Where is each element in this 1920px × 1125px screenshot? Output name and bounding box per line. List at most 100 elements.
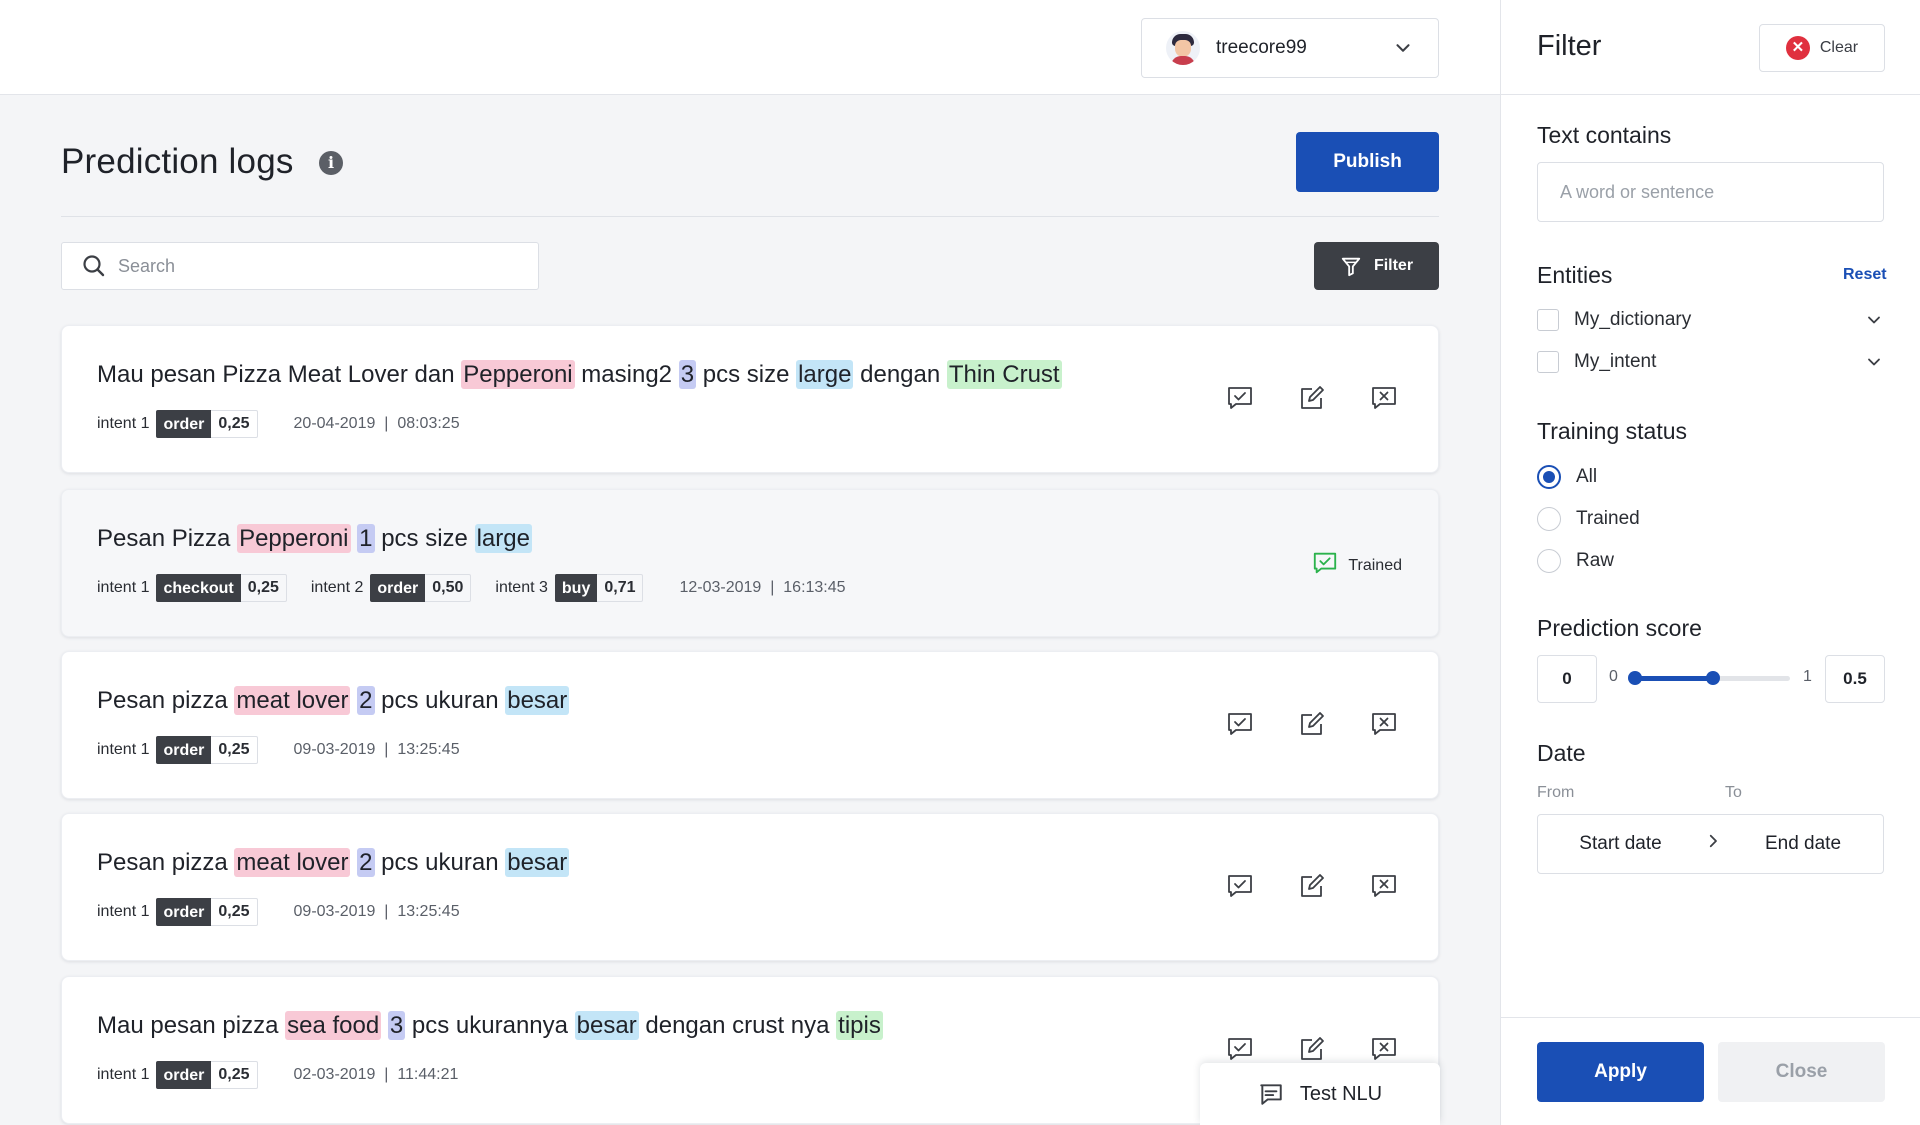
chevron-down-icon	[1396, 44, 1410, 52]
close-button[interactable]: Close	[1718, 1042, 1885, 1102]
entity-highlight[interactable]: besar	[574, 1011, 639, 1040]
entity-highlight[interactable]: Pepperoni	[461, 360, 575, 389]
entity-highlight[interactable]: large	[796, 360, 854, 389]
clear-button[interactable]: ✕ Clear	[1759, 24, 1885, 72]
date-title: Date	[1537, 740, 1586, 766]
intent-label: intent 2	[310, 579, 364, 596]
approve-icon[interactable]	[1226, 872, 1254, 900]
chevron-down-icon[interactable]	[1864, 310, 1884, 330]
text-segment: pcs ukurannya	[405, 1012, 575, 1039]
entity-label: My_intent	[1574, 351, 1657, 372]
edit-icon[interactable]	[1298, 384, 1326, 412]
log-actions	[1226, 1035, 1398, 1063]
reject-icon[interactable]	[1370, 872, 1398, 900]
text-segment: dengan	[853, 361, 947, 388]
entity-highlight[interactable]: large	[474, 524, 532, 553]
checkbox[interactable]	[1537, 309, 1559, 331]
entity-highlight[interactable]: tipis	[836, 1011, 883, 1040]
end-date-field[interactable]: End date	[1723, 833, 1883, 855]
intent-score: 0,71	[597, 574, 644, 602]
log-card[interactable]: Pesan Pizza Pepperoni 1 pcs size large in…	[61, 489, 1439, 637]
intent-score: 0,25	[211, 736, 258, 764]
intent-group: intent 1 order 0,25	[97, 736, 258, 764]
radio-button[interactable]	[1537, 507, 1561, 531]
log-timestamp: 02-03-2019 | 11:44:21	[293, 1066, 459, 1083]
radio-label: Trained	[1576, 508, 1640, 529]
search-input[interactable]	[118, 255, 518, 277]
user-dropdown[interactable]: treecore99	[1141, 18, 1439, 78]
entity-highlight[interactable]: 3	[387, 1011, 406, 1040]
entity-highlight[interactable]: meat lover	[234, 686, 351, 715]
text-contains-input[interactable]	[1537, 162, 1884, 222]
intent-name-badge: order	[156, 736, 212, 764]
log-meta: intent 1 checkout 0,25 intent 2 order 0,50 int…	[97, 574, 846, 602]
start-date-field[interactable]: Start date	[1538, 833, 1703, 855]
radio-raw[interactable]: Raw	[1537, 549, 1614, 573]
log-meta: intent 1 order 0,25 02-03-2019 | 11:44:21	[97, 1061, 458, 1089]
entity-highlight[interactable]: meat lover	[234, 848, 351, 877]
info-icon[interactable]: i	[319, 151, 343, 175]
reject-icon[interactable]	[1370, 710, 1398, 738]
checkbox[interactable]	[1537, 351, 1559, 373]
score-max-input[interactable]: 0.5	[1825, 655, 1885, 703]
radio-trained[interactable]: Trained	[1537, 507, 1640, 531]
log-timestamp: 09-03-2019 | 13:25:45	[293, 741, 460, 758]
slider-min-label: 0	[1609, 668, 1618, 685]
reject-icon[interactable]	[1370, 384, 1398, 412]
text-segment: pcs size	[374, 525, 475, 552]
entity-highlight[interactable]: besar	[505, 848, 570, 877]
entity-item-my-intent[interactable]: My_intent	[1537, 351, 1884, 373]
log-timestamp: 20-04-2019 | 08:03:25	[293, 415, 460, 432]
log-card[interactable]: Mau pesan Pizza Meat Lover dan Pepperoni…	[61, 325, 1439, 473]
entities-reset-link[interactable]: Reset	[1843, 266, 1887, 284]
entity-highlight[interactable]: sea food	[285, 1011, 382, 1040]
slider-thumb-max[interactable]	[1705, 671, 1720, 685]
text-segment	[381, 1012, 388, 1039]
entity-highlight[interactable]: 2	[357, 686, 375, 715]
page-title: Prediction logs	[61, 142, 294, 181]
edit-icon[interactable]	[1298, 872, 1326, 900]
apply-button[interactable]: Apply	[1537, 1042, 1704, 1102]
edit-icon[interactable]	[1298, 1035, 1326, 1063]
approve-icon[interactable]	[1226, 384, 1254, 412]
slider-thumb-min[interactable]	[1628, 671, 1642, 685]
chevron-down-icon[interactable]	[1864, 352, 1884, 372]
entity-highlight[interactable]: Thin Crust	[946, 360, 1062, 389]
approve-icon[interactable]	[1226, 1035, 1254, 1063]
close-circle-icon: ✕	[1785, 36, 1810, 60]
date-range-picker[interactable]: Start date End date	[1537, 814, 1884, 874]
radio-all[interactable]: All	[1537, 465, 1597, 489]
entity-item-my-dictionary[interactable]: My_dictionary	[1537, 309, 1884, 331]
text-segment: Mau pesan pizza	[97, 1012, 286, 1039]
edit-icon[interactable]	[1298, 710, 1326, 738]
entity-highlight[interactable]: 3	[678, 360, 697, 389]
intent-label: intent 1	[97, 415, 150, 432]
entity-highlight[interactable]: besar	[505, 686, 570, 715]
intent-name-badge: order	[370, 574, 426, 602]
log-card[interactable]: Pesan pizza meat lover 2 pcs ukuran besa…	[61, 651, 1439, 799]
date-to-label: To	[1725, 784, 1742, 801]
intent-name-badge: checkout	[156, 574, 241, 602]
approve-icon[interactable]	[1226, 710, 1254, 738]
radio-button[interactable]	[1537, 465, 1561, 489]
publish-button[interactable]: Publish	[1296, 132, 1439, 192]
filter-button[interactable]: Filter	[1314, 242, 1439, 290]
search-box[interactable]	[61, 242, 539, 290]
training-status-title: Training status	[1537, 418, 1687, 444]
entity-highlight[interactable]: 1	[357, 524, 375, 553]
entity-highlight[interactable]: Pepperoni	[237, 524, 351, 553]
text-segment: Pesan pizza	[97, 687, 235, 714]
score-min-input[interactable]: 0	[1537, 655, 1597, 703]
score-slider[interactable]	[1628, 671, 1790, 685]
log-meta: intent 1 order 0,25 09-03-2019 | 13:25:45	[97, 736, 460, 764]
log-actions	[1226, 710, 1398, 738]
reject-icon[interactable]	[1370, 1035, 1398, 1063]
test-nlu-button[interactable]: Test NLU	[1200, 1063, 1440, 1125]
log-actions	[1226, 384, 1398, 412]
intent-group: intent 1 order 0,25	[97, 898, 258, 926]
log-card[interactable]: Pesan pizza meat lover 2 pcs ukuran besa…	[61, 813, 1439, 961]
test-nlu-label: Test NLU	[1299, 1082, 1383, 1105]
radio-button[interactable]	[1537, 549, 1561, 573]
trained-check-icon	[1312, 550, 1338, 581]
entity-highlight[interactable]: 2	[357, 848, 375, 877]
